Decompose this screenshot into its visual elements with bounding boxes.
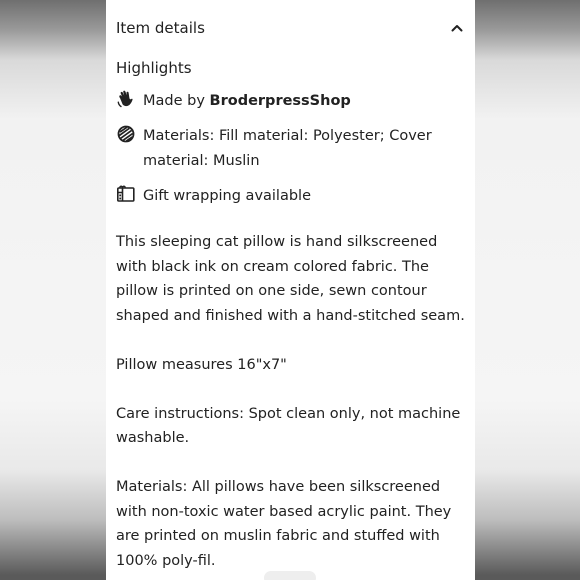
highlight-gift-wrapping: Gift wrapping available	[116, 184, 461, 209]
highlight-materials: Materials: Fill material: Polyester; Cov…	[116, 124, 461, 173]
scroll-more-indicator[interactable]	[264, 571, 316, 580]
highlights-heading: Highlights	[116, 59, 192, 77]
gift-icon	[116, 184, 136, 204]
description-paragraph: Pillow measures 16"x7"	[116, 356, 287, 373]
item-description: This sleeping cat pillow is hand silkscr…	[116, 230, 465, 580]
item-details-toggle[interactable]: Item details	[116, 16, 463, 40]
item-details-panel: Item details Highlights Made by Broderpr…	[106, 0, 475, 580]
description-paragraph: Care instructions: Spot clean only, not …	[116, 405, 461, 447]
highlight-made-by: Made by BroderpressShop	[116, 89, 461, 114]
materials-text: Materials: Fill material: Polyester; Cov…	[143, 128, 432, 169]
materials-icon	[116, 124, 136, 144]
shop-name-link[interactable]: BroderpressShop	[210, 93, 351, 109]
gift-wrapping-text: Gift wrapping available	[143, 188, 312, 204]
item-details-title: Item details	[116, 19, 205, 37]
made-by-text: Made by BroderpressShop	[143, 93, 351, 109]
chevron-up-icon[interactable]	[451, 22, 463, 34]
description-paragraph: This sleeping cat pillow is hand silkscr…	[116, 234, 465, 324]
description-paragraph: Materials: All pillows have been silkscr…	[116, 479, 452, 569]
hand-wave-icon	[116, 89, 136, 109]
